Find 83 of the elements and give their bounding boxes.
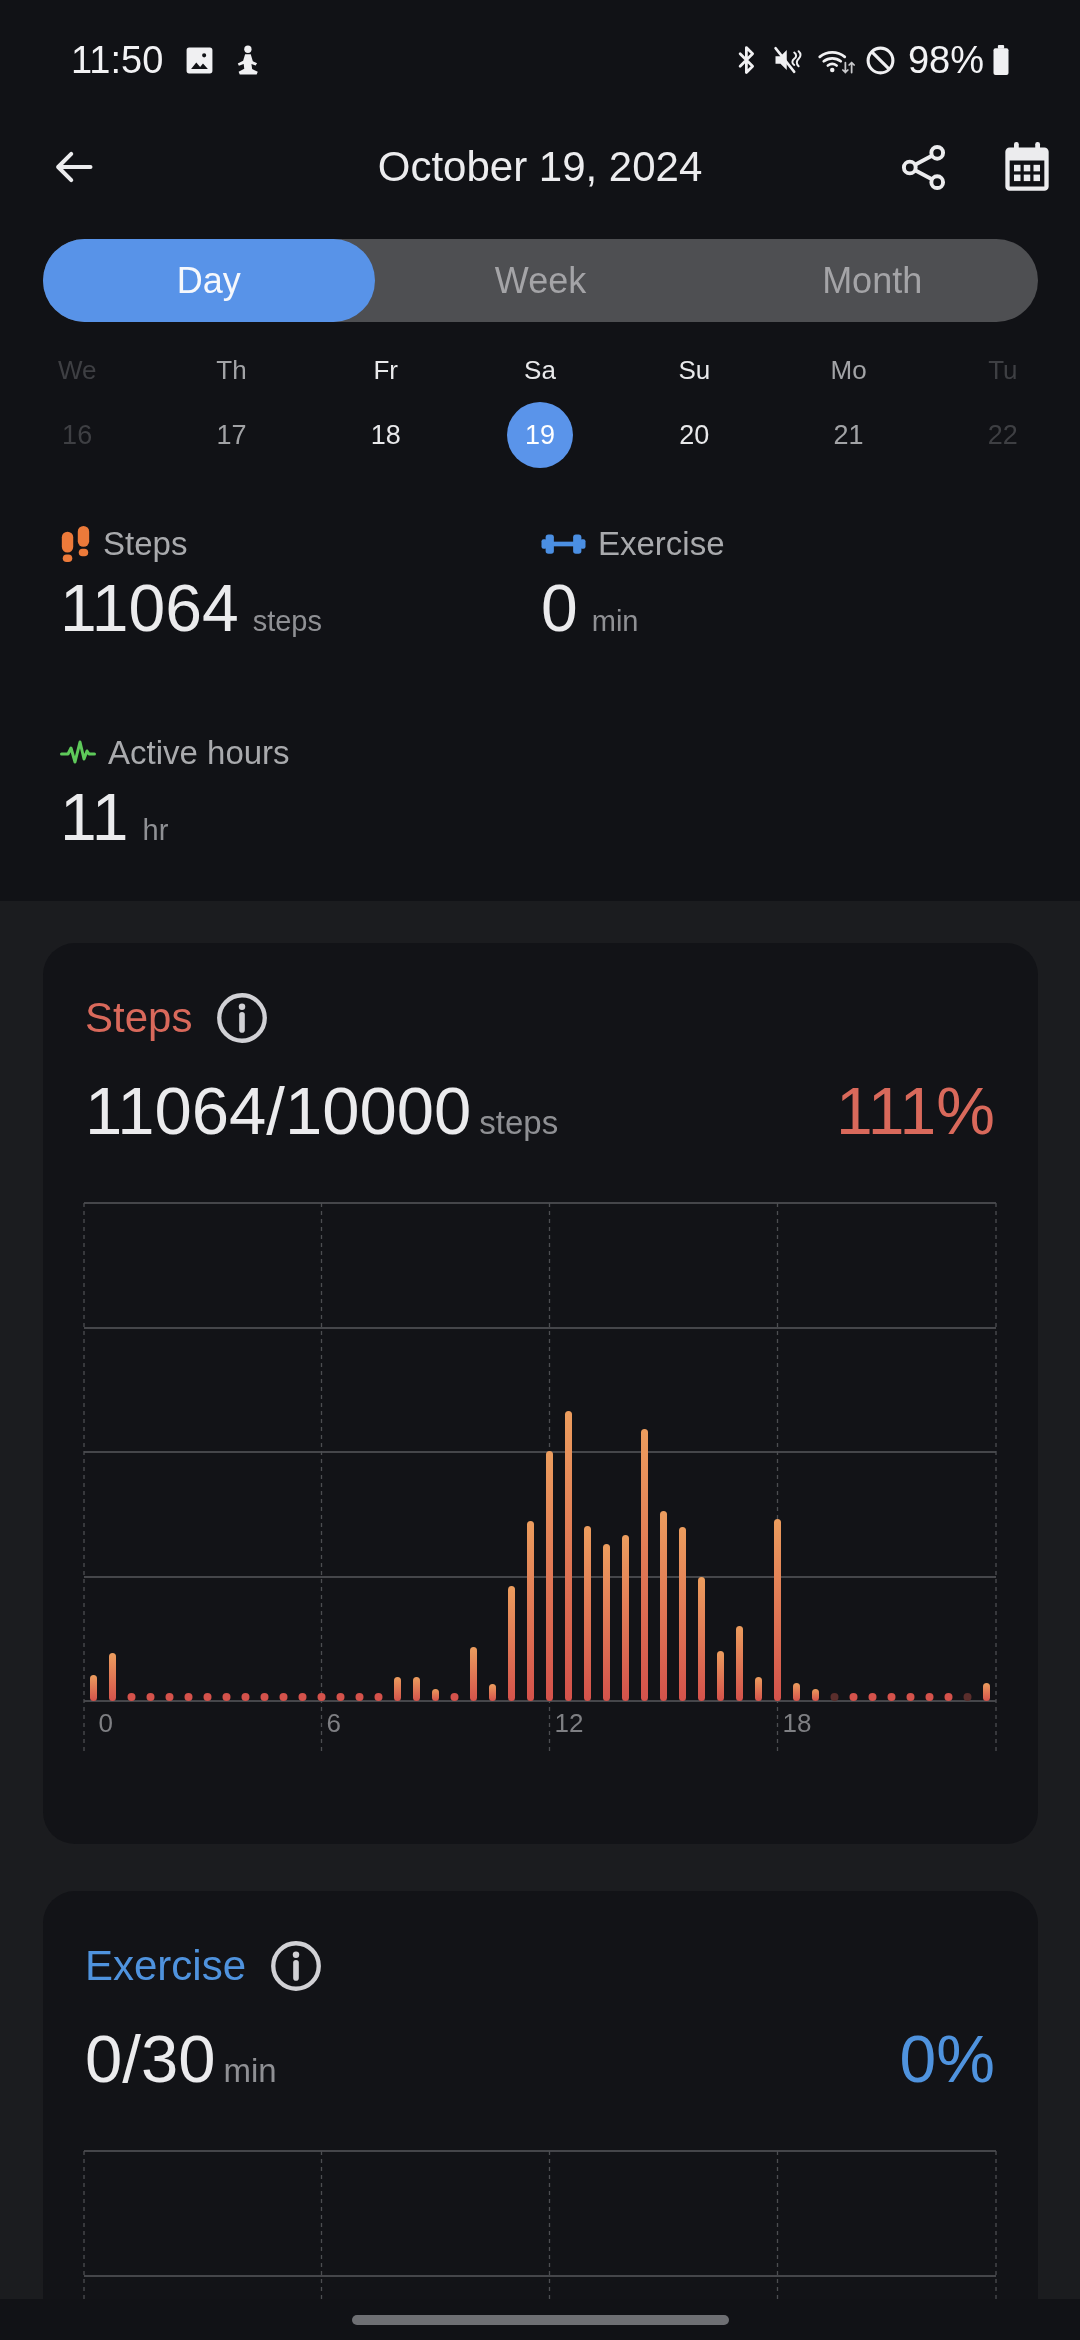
date-button[interactable]: 20 <box>661 402 728 468</box>
step-bar <box>793 1683 800 1701</box>
step-dot <box>944 1693 953 1701</box>
step-bar <box>983 1683 990 1701</box>
stat-label: Active hours <box>108 734 290 772</box>
info-icon[interactable] <box>216 992 269 1044</box>
goal-percent: 0% <box>899 2021 995 2098</box>
step-dot <box>317 1693 326 1701</box>
prohibited-icon <box>864 44 896 76</box>
home-handle[interactable] <box>351 2315 729 2325</box>
step-dot <box>450 1693 459 1701</box>
weekday-label: Sa <box>524 354 556 387</box>
step-bar <box>489 1684 496 1701</box>
step-dot <box>887 1693 896 1701</box>
step-dot <box>165 1693 174 1701</box>
axis-label: 18 <box>782 1707 812 1738</box>
weekday-label: Th <box>216 354 247 387</box>
step-dot <box>355 1693 364 1701</box>
stat-value: 11064 <box>60 570 239 646</box>
step-bar <box>812 1689 819 1701</box>
date-button[interactable]: 17 <box>198 402 265 468</box>
share-icon[interactable] <box>900 143 947 191</box>
speaker-muted-icon <box>772 45 803 75</box>
step-dot <box>830 1693 839 1701</box>
step-dot <box>868 1693 877 1701</box>
step-dot <box>849 1693 858 1701</box>
step-dot <box>279 1693 288 1701</box>
step-dot <box>241 1693 250 1701</box>
weekday-label: Su <box>678 354 711 387</box>
stat-value: 11 <box>60 779 129 855</box>
calendar-icon[interactable] <box>1003 141 1051 193</box>
period-tab[interactable]: Day <box>43 239 375 322</box>
step-dot <box>336 1693 345 1701</box>
step-bar <box>413 1677 420 1701</box>
step-bar <box>109 1653 116 1701</box>
period-tab[interactable]: Month <box>706 239 1038 322</box>
step-dot <box>260 1693 269 1701</box>
axis-label: 0 <box>98 1707 113 1738</box>
weekday-label: Mo <box>830 354 867 387</box>
card-title: Steps <box>85 993 193 1043</box>
date-button[interactable]: 21 <box>815 402 882 468</box>
step-dot <box>925 1693 934 1701</box>
goal-value: 0/30 <box>85 2020 216 2098</box>
date-button[interactable]: 18 <box>352 402 419 468</box>
battery-percent: 98% <box>907 38 984 82</box>
axis-label: 12 <box>554 1707 584 1738</box>
stat-unit: steps <box>252 605 322 638</box>
stat-unit: min <box>591 605 639 638</box>
stat-unit: hr <box>142 814 169 847</box>
date-button[interactable]: 19 <box>507 402 573 468</box>
step-bar <box>470 1647 477 1701</box>
period-tab[interactable]: Week <box>374 239 707 322</box>
step-dot <box>963 1693 972 1701</box>
stat-label: Steps <box>103 525 188 563</box>
status-time: 11:50 <box>71 38 164 82</box>
dumbbell-icon <box>541 533 586 555</box>
step-dot <box>374 1693 383 1701</box>
step-dot <box>298 1693 307 1701</box>
goal-percent: 111% <box>836 1073 995 1150</box>
footprints-icon <box>60 525 91 563</box>
step-dot <box>184 1693 193 1701</box>
step-dot <box>146 1693 155 1701</box>
step-dot <box>203 1693 212 1701</box>
step-bar <box>717 1651 724 1701</box>
info-icon[interactable] <box>270 1940 323 1992</box>
battery-icon <box>992 45 1010 75</box>
card-title: Exercise <box>85 1941 247 1991</box>
goal-unit: min <box>223 2052 277 2090</box>
step-bar <box>432 1689 439 1701</box>
step-dot <box>127 1693 136 1701</box>
stat-label: Exercise <box>598 525 725 563</box>
bluetooth-icon <box>736 45 757 75</box>
weekday-label: Fr <box>373 354 398 387</box>
step-bar <box>394 1677 401 1701</box>
goal-value: 11064/10000 <box>85 1072 472 1150</box>
date-title: October 19, 2024 <box>377 143 703 191</box>
step-bar <box>755 1677 762 1701</box>
axis-label: 6 <box>326 1707 341 1738</box>
step-dot <box>222 1693 231 1701</box>
step-bar <box>90 1675 97 1701</box>
step-dot <box>906 1693 915 1701</box>
goal-unit: steps <box>479 1104 559 1142</box>
stat-value: 0 <box>541 570 578 646</box>
